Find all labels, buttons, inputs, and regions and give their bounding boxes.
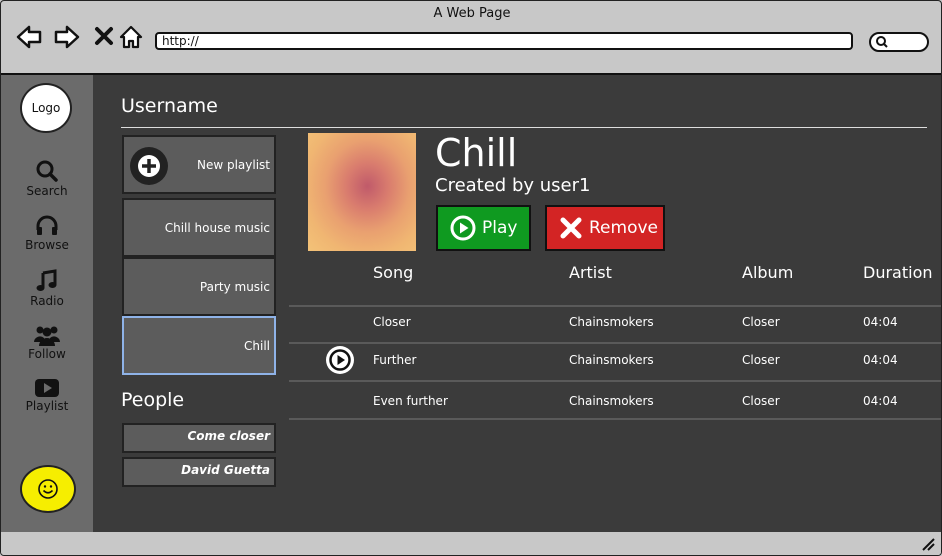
divider bbox=[289, 342, 941, 344]
username[interactable]: Username bbox=[121, 95, 218, 117]
browser-search[interactable] bbox=[869, 32, 929, 52]
remove-button[interactable]: Remove bbox=[545, 205, 665, 251]
now-playing-button[interactable] bbox=[326, 346, 354, 374]
browser-window: A Web Page http:// Logo Search Browse Ra… bbox=[0, 0, 942, 556]
column-header-artist[interactable]: Artist bbox=[569, 263, 612, 282]
sidebar: Logo Search Browse Radio Follow Playlist bbox=[1, 75, 93, 532]
headphones-icon bbox=[36, 215, 58, 235]
column-header-duration[interactable]: Duration bbox=[863, 263, 933, 282]
remove-label: Remove bbox=[589, 218, 658, 238]
people-heading: People bbox=[121, 389, 185, 411]
song-cell[interactable]: Further bbox=[373, 353, 416, 367]
user-avatar[interactable] bbox=[20, 465, 76, 513]
album-cell[interactable]: Closer bbox=[742, 353, 780, 367]
sidebar-item-label: Search bbox=[26, 184, 68, 198]
playlist-label: Chill bbox=[244, 339, 270, 353]
divider bbox=[289, 418, 941, 420]
close-icon[interactable] bbox=[91, 23, 119, 51]
x-icon bbox=[560, 217, 582, 239]
album-cell[interactable]: Closer bbox=[742, 315, 780, 329]
sidebar-item-label: Browse bbox=[25, 238, 69, 252]
window-title: A Web Page bbox=[433, 6, 511, 21]
play-circle-icon bbox=[329, 349, 351, 371]
home-icon[interactable] bbox=[118, 23, 146, 51]
play-button[interactable]: Play bbox=[436, 205, 531, 251]
song-cell[interactable]: Closer bbox=[373, 315, 411, 329]
sidebar-item-radio[interactable]: Radio bbox=[1, 269, 93, 308]
forward-icon[interactable] bbox=[53, 23, 81, 51]
album-cell[interactable]: Closer bbox=[742, 394, 780, 408]
playlist-cover-image bbox=[308, 133, 416, 251]
sidebar-item-playlist[interactable]: Playlist bbox=[1, 378, 93, 413]
sidebar-item-follow[interactable]: Follow bbox=[1, 324, 93, 361]
duration-cell: 04:04 bbox=[863, 353, 898, 367]
playlist-title: Chill bbox=[435, 131, 518, 175]
artist-cell[interactable]: Chainsmokers bbox=[569, 315, 654, 329]
sidebar-item-label: Radio bbox=[30, 294, 64, 308]
video-play-icon bbox=[35, 379, 59, 397]
artist-cell[interactable]: Chainsmokers bbox=[569, 353, 654, 367]
artist-cell[interactable]: Chainsmokers bbox=[569, 394, 654, 408]
people-item[interactable]: David Guetta bbox=[122, 457, 276, 487]
music-note-icon bbox=[36, 269, 57, 291]
search-icon bbox=[876, 36, 888, 48]
app-area: Logo Search Browse Radio Follow Playlist… bbox=[1, 73, 941, 534]
column-header-song[interactable]: Song bbox=[373, 263, 413, 282]
playlist-item[interactable]: Party music bbox=[122, 257, 276, 316]
people-icon bbox=[34, 326, 60, 346]
divider bbox=[289, 305, 941, 307]
sidebar-item-search[interactable]: Search bbox=[1, 159, 93, 198]
sidebar-item-browse[interactable]: Browse bbox=[1, 215, 93, 252]
playlist-new[interactable]: New playlist bbox=[122, 135, 276, 194]
playlist-owner: Created by user1 bbox=[435, 175, 591, 196]
column-header-album[interactable]: Album bbox=[742, 263, 793, 282]
playlist-item-selected[interactable]: Chill bbox=[122, 316, 276, 375]
search-icon bbox=[36, 160, 58, 182]
logo[interactable]: Logo bbox=[20, 83, 72, 133]
duration-cell: 04:04 bbox=[863, 315, 898, 329]
divider bbox=[121, 127, 927, 128]
status-bar bbox=[1, 532, 941, 555]
back-icon[interactable] bbox=[15, 23, 43, 51]
add-icon bbox=[130, 147, 168, 185]
sidebar-item-label: Follow bbox=[28, 347, 66, 361]
sidebar-item-label: Playlist bbox=[25, 399, 69, 413]
duration-cell: 04:04 bbox=[863, 394, 898, 408]
playlist-item[interactable]: Chill house music bbox=[122, 198, 276, 257]
playlist-label: New playlist bbox=[196, 158, 270, 172]
play-circle-icon bbox=[450, 215, 476, 241]
people-item[interactable]: Come closer bbox=[122, 423, 276, 453]
address-bar[interactable]: http:// bbox=[155, 32, 853, 50]
resize-grip-icon[interactable] bbox=[921, 537, 935, 551]
song-cell[interactable]: Even further bbox=[373, 394, 448, 408]
playlist-label: Party music bbox=[199, 280, 270, 294]
divider bbox=[289, 380, 941, 382]
playlist-label: Chill house music bbox=[164, 221, 270, 235]
play-label: Play bbox=[482, 218, 518, 238]
smiley-icon bbox=[38, 479, 58, 499]
